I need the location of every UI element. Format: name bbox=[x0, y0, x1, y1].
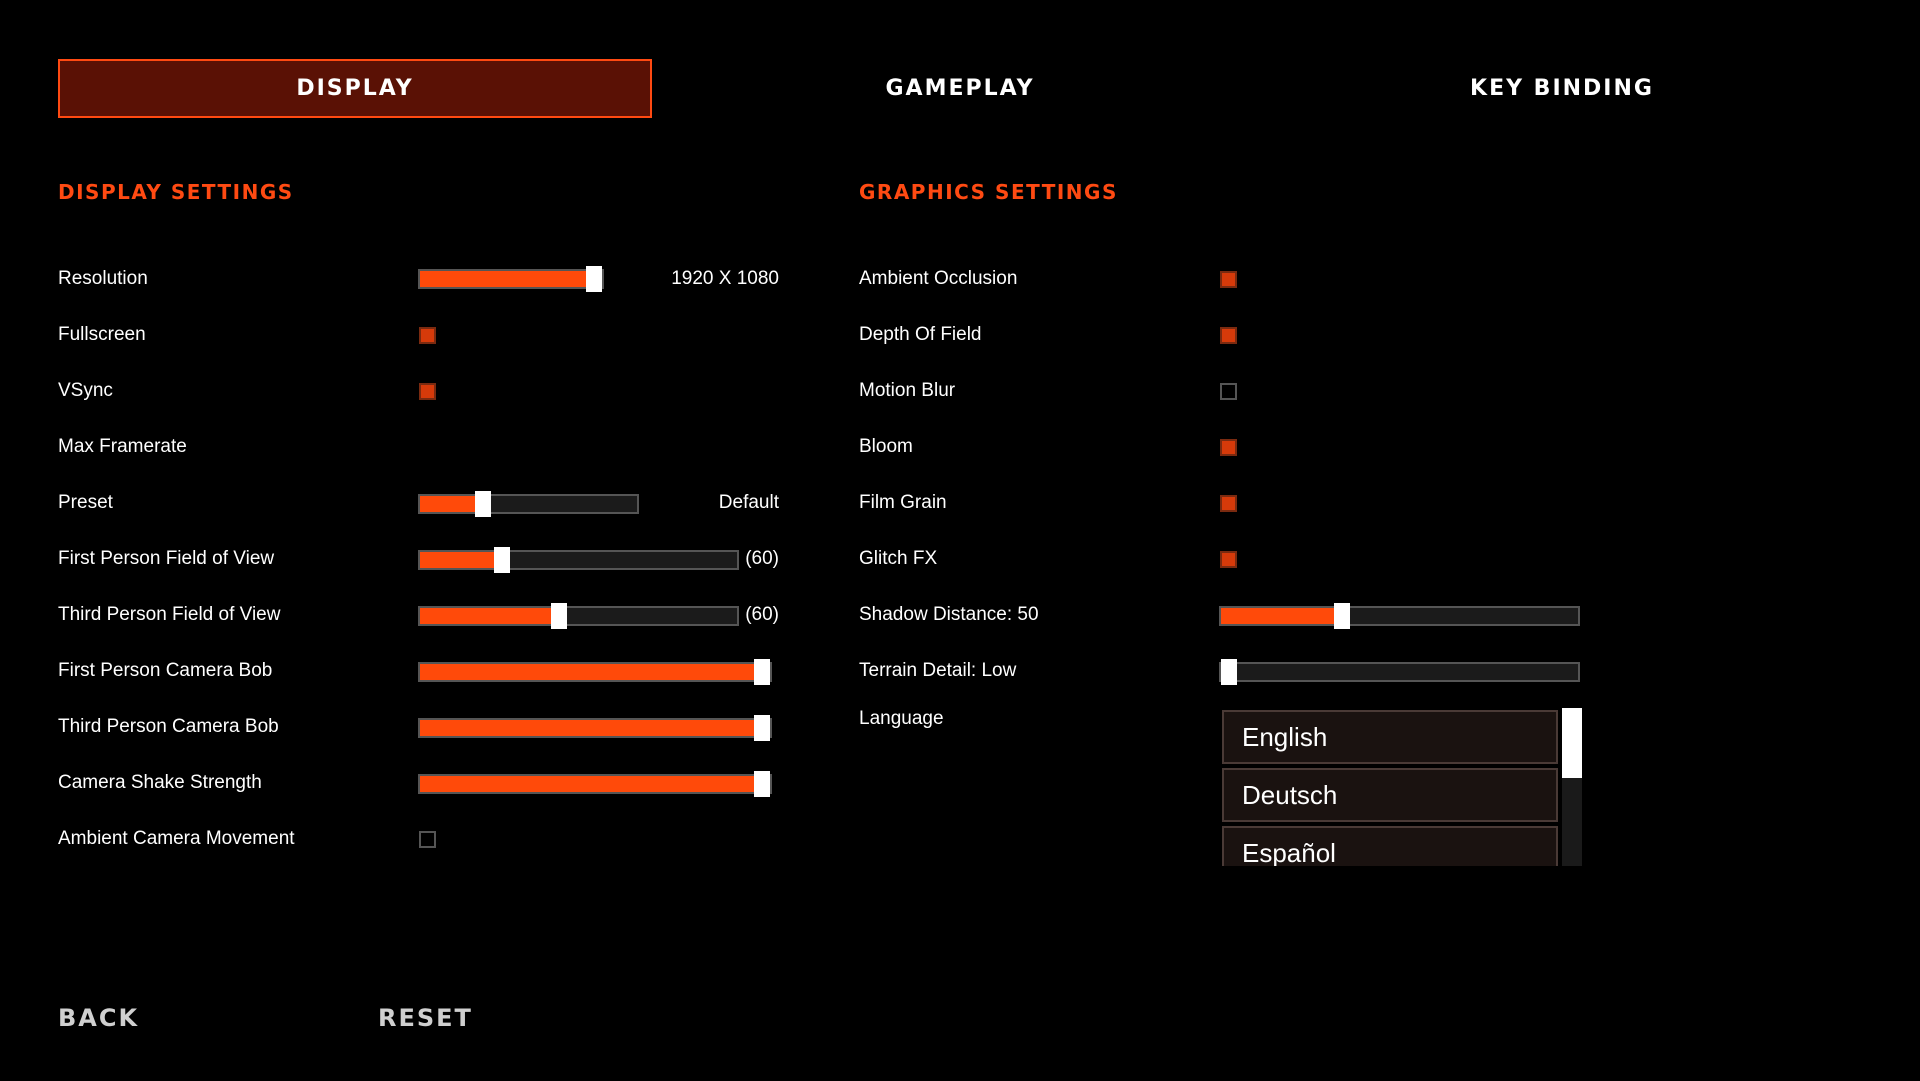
camera-shake-slider[interactable] bbox=[418, 771, 772, 797]
camera-shake-slider-fill bbox=[420, 776, 762, 792]
language-list[interactable]: English Deutsch Español bbox=[1220, 708, 1582, 866]
reset-button[interactable]: RESET bbox=[378, 1004, 473, 1032]
vsync-checkbox[interactable] bbox=[419, 383, 436, 400]
tp-camera-bob-slider-handle[interactable] bbox=[754, 715, 770, 741]
bloom-checkbox[interactable] bbox=[1220, 439, 1237, 456]
fp-fov-slider-handle[interactable] bbox=[494, 547, 511, 573]
tp-camera-bob-label: Third Person Camera Bob bbox=[58, 716, 279, 737]
vsync-label: VSync bbox=[58, 380, 113, 401]
fp-fov-label: First Person Field of View bbox=[58, 548, 275, 569]
preset-slider-handle[interactable] bbox=[474, 491, 491, 517]
fullscreen-checkbox[interactable] bbox=[419, 327, 436, 344]
fp-fov-slider[interactable] bbox=[418, 547, 739, 573]
fp-camera-bob-slider-fill bbox=[420, 664, 762, 680]
tab-gameplay[interactable]: GAMEPLAY bbox=[660, 59, 1260, 118]
resolution-value: 1920 X 1080 bbox=[671, 268, 779, 289]
tab-key-binding[interactable]: KEY BINDING bbox=[1262, 59, 1862, 118]
terrain-detail-slider[interactable] bbox=[1219, 659, 1580, 685]
motion-blur-label: Motion Blur bbox=[859, 380, 956, 401]
language-scrollbar-thumb[interactable] bbox=[1562, 708, 1582, 778]
back-button[interactable]: BACK bbox=[58, 1004, 139, 1032]
fp-camera-bob-slider-handle[interactable] bbox=[754, 659, 770, 685]
preset-slider-fill bbox=[420, 496, 483, 512]
language-option-espanol[interactable]: Español bbox=[1222, 826, 1558, 866]
ambient-occlusion-checkbox[interactable] bbox=[1220, 271, 1237, 288]
tp-fov-value: (60) bbox=[745, 604, 779, 625]
resolution-slider[interactable] bbox=[418, 266, 604, 292]
terrain-detail-label: Terrain Detail: Low bbox=[859, 660, 1017, 681]
language-label: Language bbox=[859, 708, 944, 729]
depth-of-field-checkbox[interactable] bbox=[1220, 327, 1237, 344]
preset-value: Default bbox=[718, 492, 779, 513]
fp-fov-slider-fill bbox=[420, 552, 503, 568]
graphics-settings-title: GRAPHICS SETTINGS bbox=[859, 180, 1118, 204]
tp-camera-bob-slider-fill bbox=[420, 720, 762, 736]
tp-fov-slider[interactable] bbox=[418, 603, 739, 629]
shadow-distance-slider-handle[interactable] bbox=[1334, 603, 1351, 629]
tp-fov-label: Third Person Field of View bbox=[58, 604, 281, 625]
fp-camera-bob-label: First Person Camera Bob bbox=[58, 660, 273, 681]
ambient-camera-label: Ambient Camera Movement bbox=[58, 828, 295, 849]
tp-fov-slider-handle[interactable] bbox=[551, 603, 568, 629]
resolution-label: Resolution bbox=[58, 268, 148, 289]
ambient-camera-checkbox[interactable] bbox=[419, 831, 436, 848]
tp-camera-bob-slider[interactable] bbox=[418, 715, 772, 741]
camera-shake-label: Camera Shake Strength bbox=[58, 772, 262, 793]
camera-shake-slider-handle[interactable] bbox=[754, 771, 770, 797]
resolution-slider-handle[interactable] bbox=[586, 266, 602, 292]
ambient-occlusion-label: Ambient Occlusion bbox=[859, 268, 1018, 289]
preset-label: Preset bbox=[58, 492, 113, 513]
film-grain-label: Film Grain bbox=[859, 492, 947, 513]
language-option-deutsch[interactable]: Deutsch bbox=[1222, 768, 1558, 822]
tab-display[interactable]: DISPLAY bbox=[58, 59, 652, 118]
shadow-distance-slider-fill bbox=[1221, 608, 1343, 624]
preset-slider[interactable] bbox=[418, 491, 639, 517]
fullscreen-label: Fullscreen bbox=[58, 324, 146, 345]
fp-camera-bob-slider[interactable] bbox=[418, 659, 772, 685]
fp-fov-value: (60) bbox=[745, 548, 779, 569]
shadow-distance-label: Shadow Distance: 50 bbox=[859, 604, 1039, 625]
shadow-distance-slider[interactable] bbox=[1219, 603, 1580, 629]
display-settings-title: DISPLAY SETTINGS bbox=[58, 180, 294, 204]
tp-fov-slider-fill bbox=[420, 608, 560, 624]
motion-blur-checkbox[interactable] bbox=[1220, 383, 1237, 400]
glitch-fx-label: Glitch FX bbox=[859, 548, 938, 569]
max-framerate-label: Max Framerate bbox=[58, 436, 187, 457]
glitch-fx-checkbox[interactable] bbox=[1220, 551, 1237, 568]
terrain-detail-slider-handle[interactable] bbox=[1221, 659, 1237, 685]
language-option-english[interactable]: English bbox=[1222, 710, 1558, 764]
depth-of-field-label: Depth Of Field bbox=[859, 324, 982, 345]
bloom-label: Bloom bbox=[859, 436, 913, 457]
film-grain-checkbox[interactable] bbox=[1220, 495, 1237, 512]
resolution-slider-fill bbox=[420, 271, 594, 287]
